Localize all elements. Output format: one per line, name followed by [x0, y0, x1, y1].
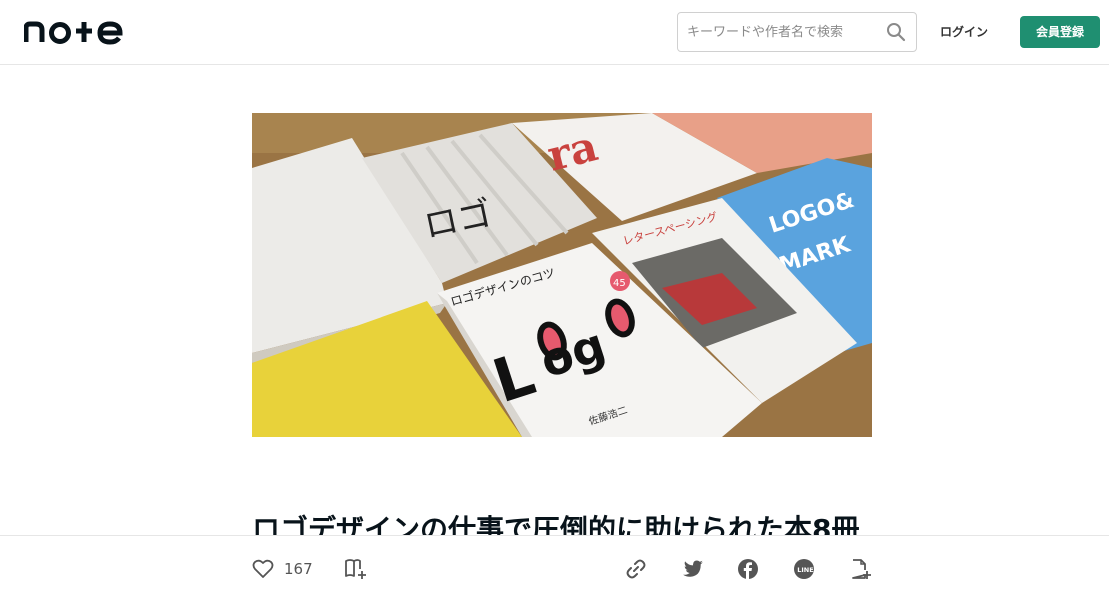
copy-link-button[interactable]	[625, 558, 647, 580]
like-button[interactable]: 167	[252, 558, 313, 580]
svg-text:45: 45	[613, 278, 626, 289]
signup-button[interactable]: 会員登録	[1020, 16, 1100, 48]
article-action-bar: 167 LINE	[0, 535, 1109, 600]
search-input[interactable]	[678, 13, 873, 51]
document-add-icon[interactable]	[850, 558, 872, 580]
magazine-add-icon[interactable]	[344, 558, 368, 580]
article-hero-image: ロゴ ra LOGO& MARK レタースペーシング ロゴデザインのコツ 45 …	[252, 113, 872, 437]
search-box[interactable]	[677, 12, 917, 52]
link-icon[interactable]	[625, 558, 647, 580]
facebook-icon[interactable]	[738, 559, 758, 579]
share-line-button[interactable]: LINE	[794, 558, 814, 580]
share-twitter-button[interactable]	[682, 558, 704, 580]
heart-icon[interactable]	[252, 559, 274, 579]
svg-text:LINE: LINE	[797, 566, 813, 574]
twitter-icon[interactable]	[682, 560, 704, 578]
like-count: 167	[284, 560, 313, 578]
line-icon[interactable]: LINE	[794, 559, 814, 579]
share-facebook-button[interactable]	[738, 558, 758, 580]
add-to-magazine-button[interactable]	[344, 558, 368, 580]
search-icon[interactable]	[886, 22, 906, 42]
login-link[interactable]: ログイン	[930, 20, 998, 44]
note-logo[interactable]	[24, 18, 124, 46]
site-header: ログイン 会員登録	[0, 0, 1109, 65]
add-note-button[interactable]	[850, 558, 872, 580]
